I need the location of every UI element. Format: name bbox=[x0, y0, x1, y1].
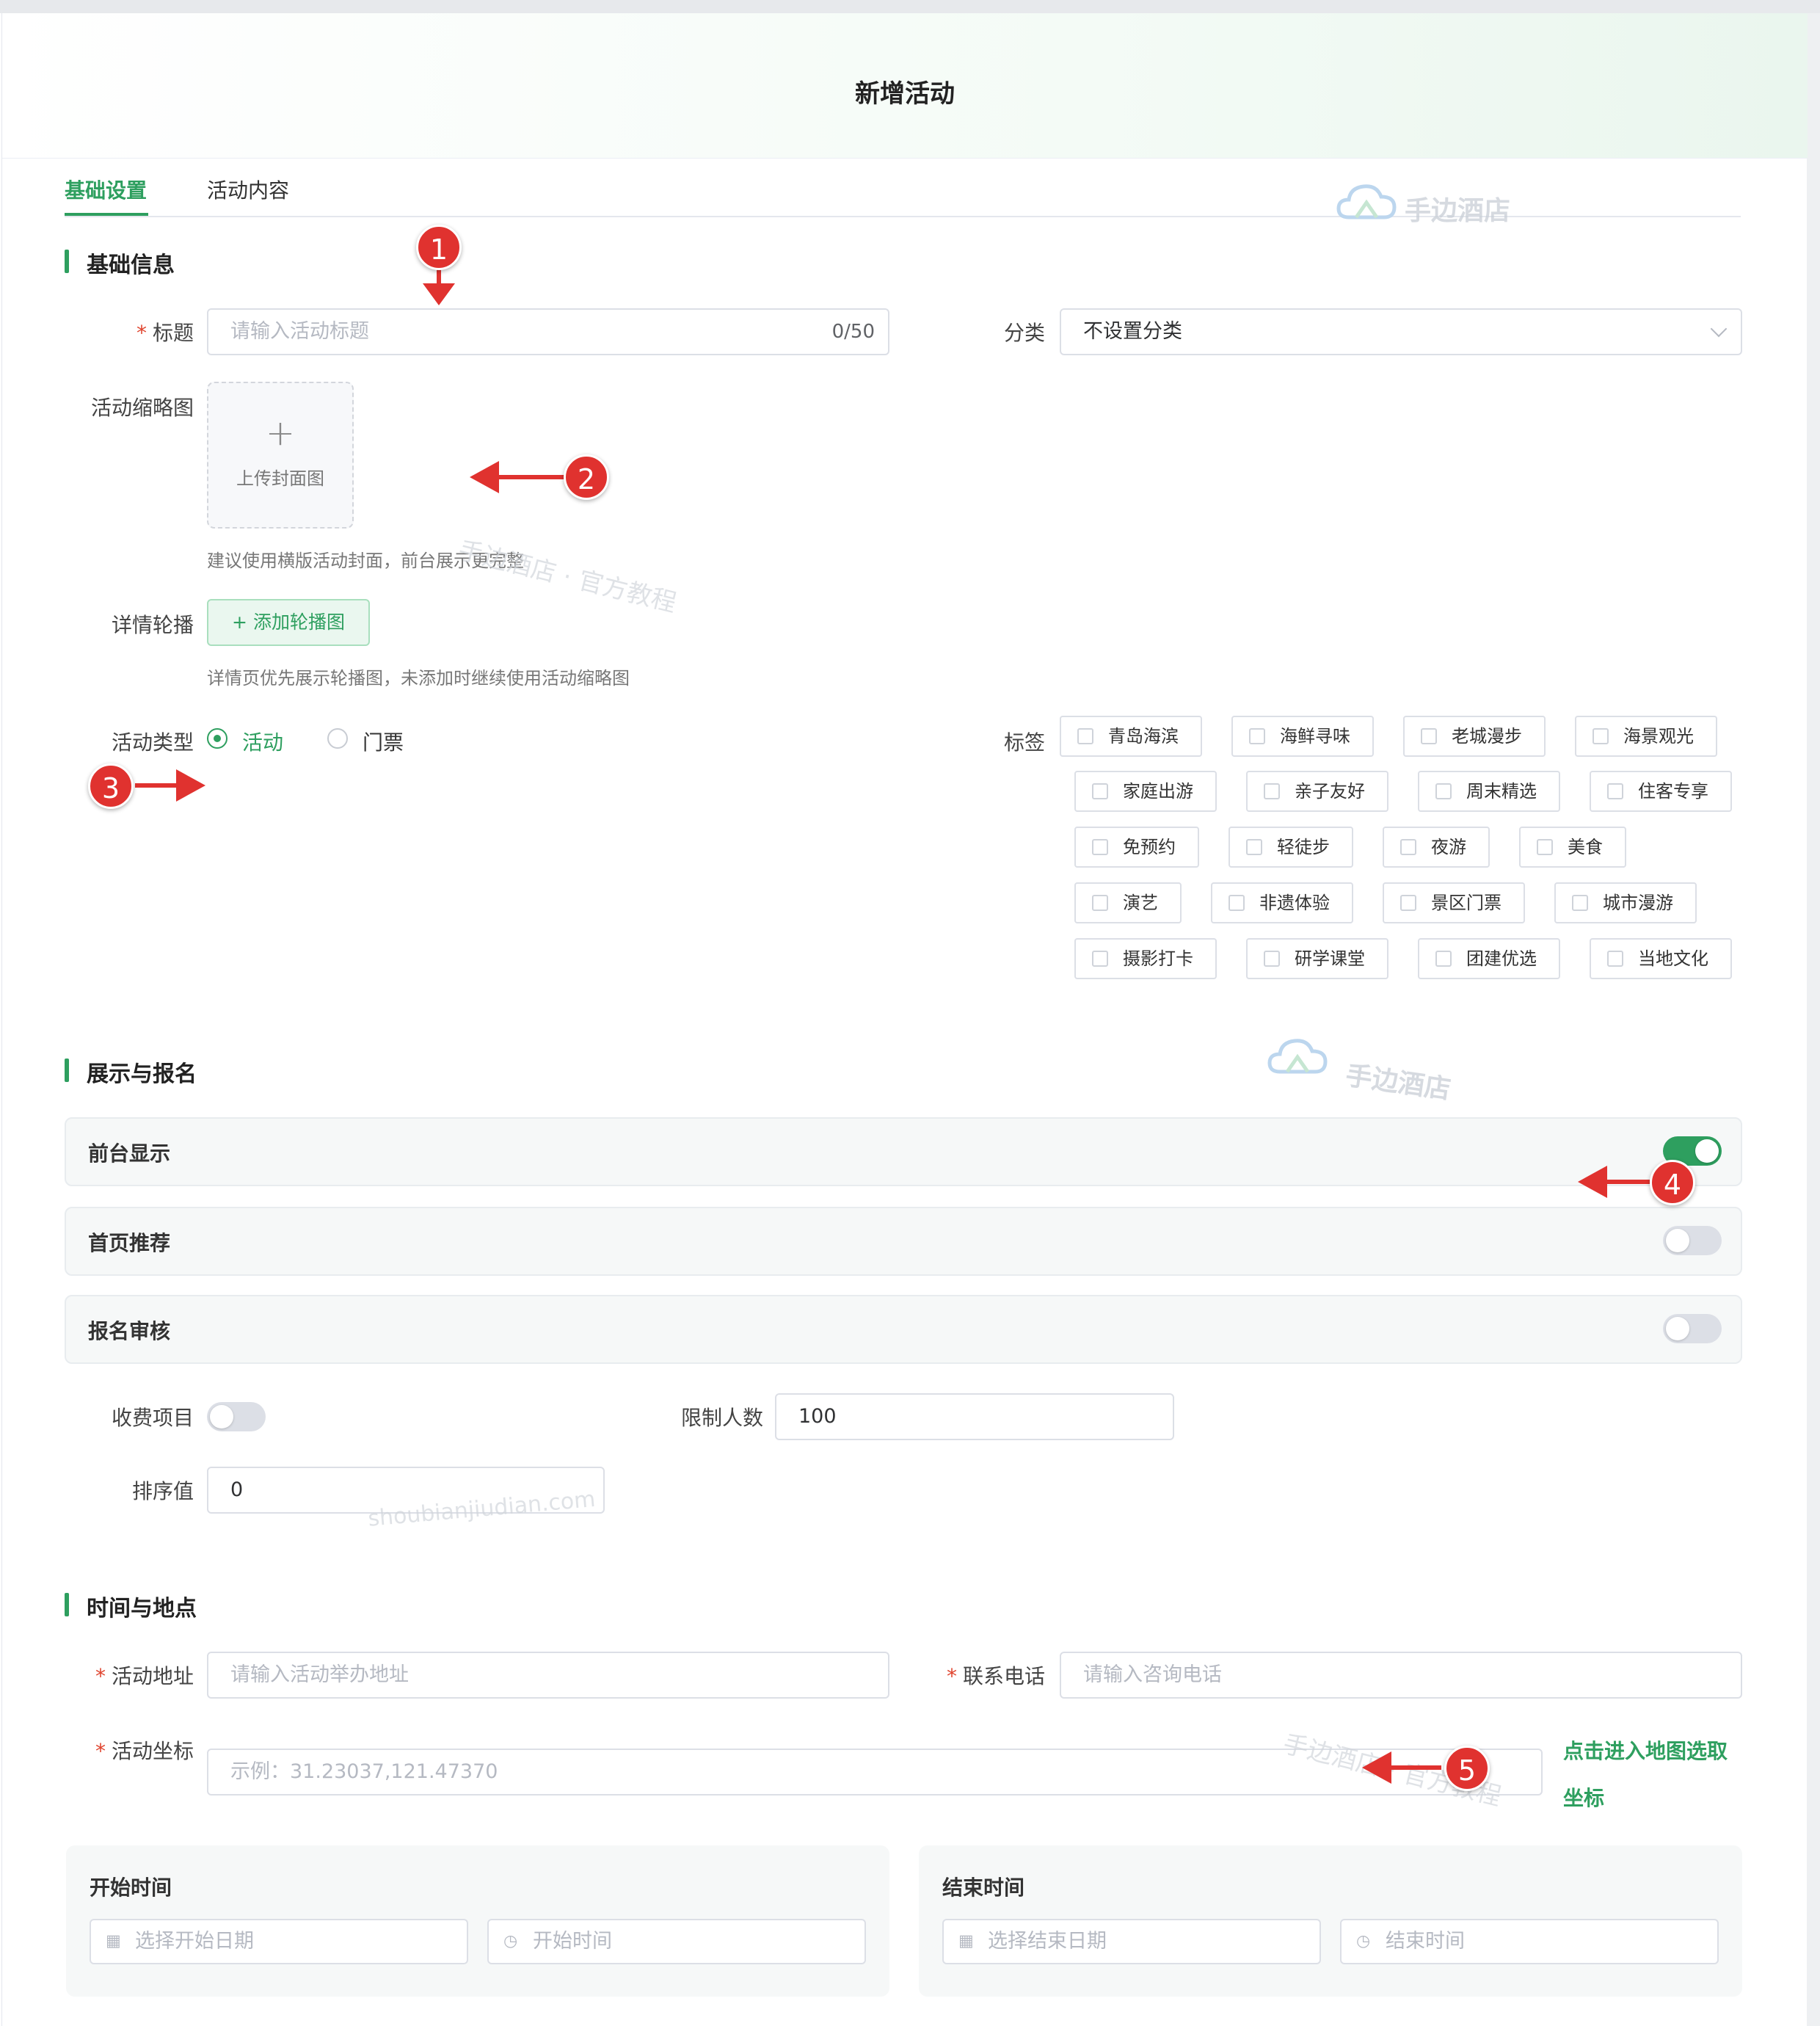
annotation-marker-3: 3 bbox=[88, 763, 134, 809]
annotation-marker-4: 4 bbox=[1650, 1160, 1695, 1205]
annotation-marker-5: 5 bbox=[1444, 1746, 1490, 1791]
annotation-marker-1: 1 bbox=[416, 225, 462, 270]
annotation-marker-2: 2 bbox=[564, 454, 609, 500]
annotation-arrows bbox=[135, 264, 1650, 1784]
